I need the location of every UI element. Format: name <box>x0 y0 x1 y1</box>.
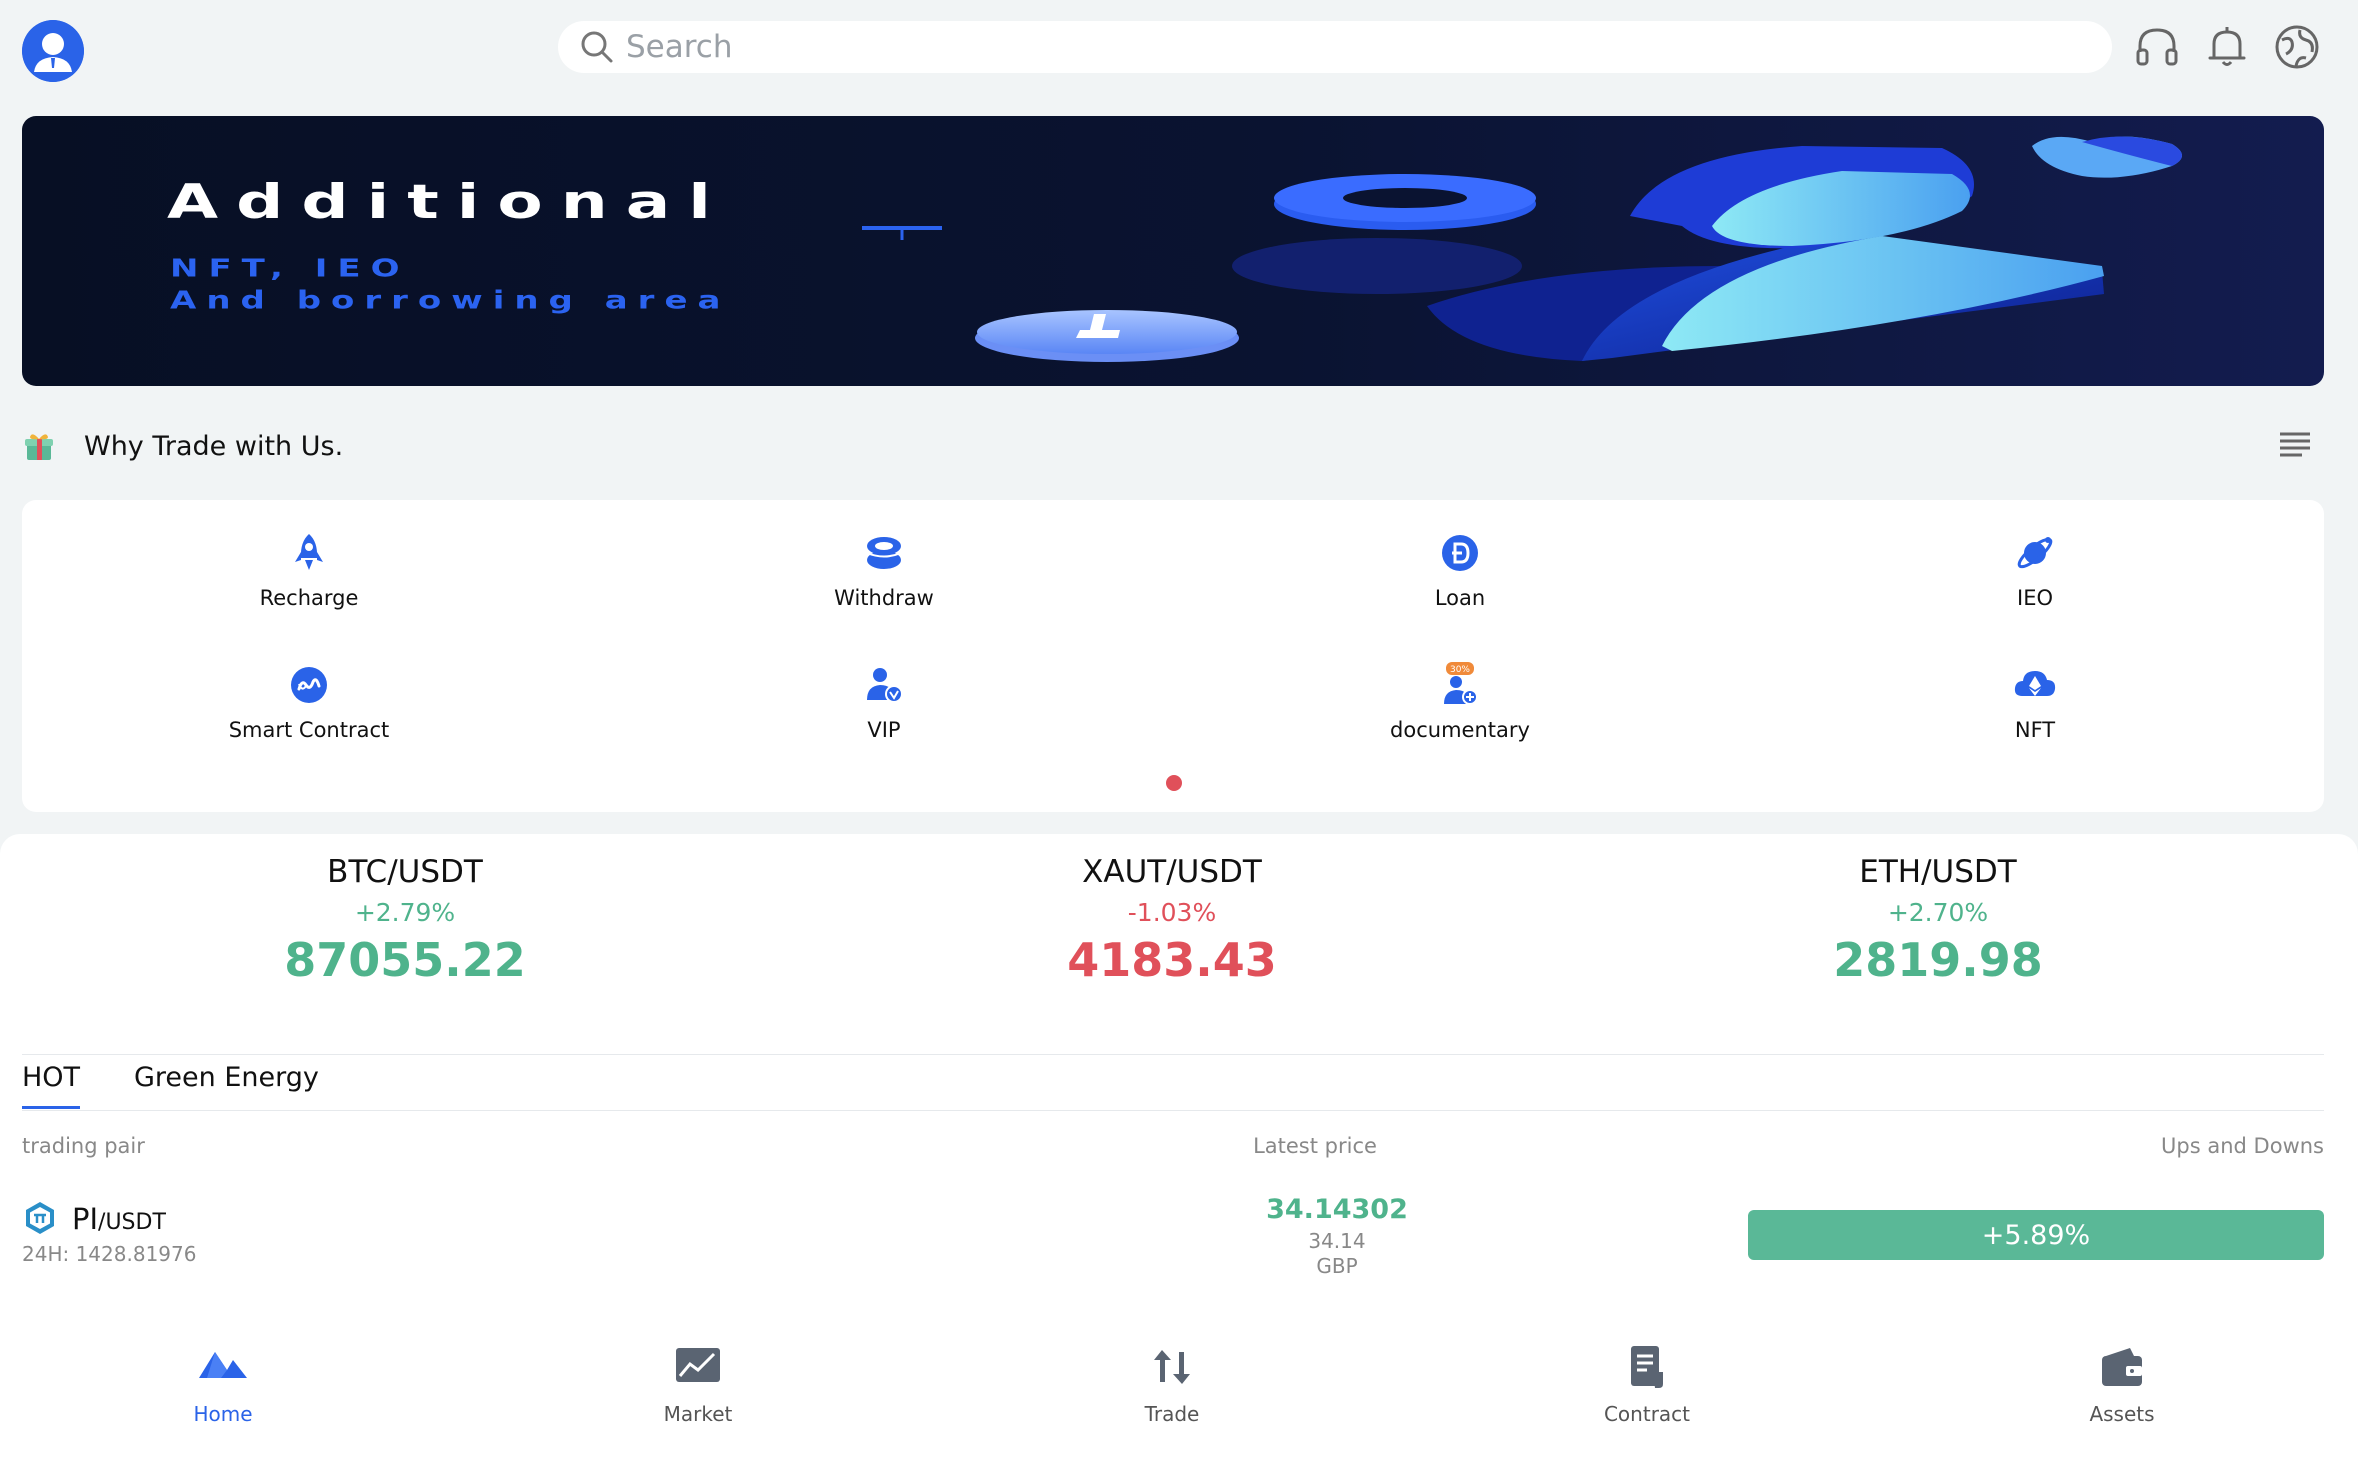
nav-trade[interactable]: Trade <box>1062 1342 1282 1426</box>
banner-title: Additional <box>167 174 729 230</box>
top-bar <box>0 0 2358 100</box>
rocket-icon <box>295 534 323 570</box>
action-loan[interactable]: Loan <box>1310 530 1610 610</box>
tab-hot[interactable]: HOT <box>22 1062 81 1109</box>
bottom-navigation: Home Market Trade Contract Assets <box>0 1326 2358 1466</box>
home-mountain-icon <box>199 1352 247 1378</box>
doge-coin-icon <box>1442 535 1478 571</box>
action-withdraw[interactable]: Withdraw <box>734 530 1034 610</box>
headset-icon[interactable] <box>2132 22 2182 72</box>
action-label: Loan <box>1434 586 1486 610</box>
action-label: Recharge <box>259 586 359 610</box>
nav-market[interactable]: Market <box>588 1342 808 1426</box>
quick-actions-card: Recharge Withdraw Loan IEO Smart Contrac… <box>22 500 2324 812</box>
action-label: Smart Contract <box>228 718 390 742</box>
ticker-change: +2.70% <box>1887 898 1989 927</box>
table-row[interactable]: PI/USDT 24H: 1428.81976 34.14302 34.14 G… <box>22 1190 2324 1286</box>
menu-list-icon[interactable] <box>2278 430 2312 460</box>
why-trade-header: Why Trade with Us. <box>22 420 2324 472</box>
coin-stack-icon <box>866 537 902 569</box>
volume-24h: 24H: 1428.81976 <box>22 1242 197 1266</box>
bell-icon[interactable] <box>2202 22 2252 72</box>
column-header-pair: trading pair <box>22 1134 145 1158</box>
ticker-change: -1.03% <box>1127 898 1217 927</box>
market-chart-icon <box>676 1348 720 1382</box>
promo-banner[interactable]: Additional NFT, IEO And borrowing area <box>22 116 2324 386</box>
ticker-price: 2819.98 <box>1833 933 2043 987</box>
section-title: Why Trade with Us. <box>84 430 344 462</box>
globe-icon[interactable] <box>2272 22 2322 72</box>
action-nft[interactable]: NFT <box>1885 662 2185 742</box>
banner-subtitle: And borrowing area <box>170 286 731 315</box>
divider <box>22 1110 2324 1111</box>
latest-price: 34.14302 <box>1266 1194 1408 1225</box>
vip-user-icon <box>867 668 903 703</box>
action-label: VIP <box>867 718 901 742</box>
nav-contract[interactable]: Contract <box>1537 1342 1757 1426</box>
user-avatar-icon <box>22 20 84 82</box>
nav-home[interactable]: Home <box>113 1342 333 1426</box>
copy-trade-user-icon: 30% <box>1444 662 1478 705</box>
action-label: Withdraw <box>834 586 934 610</box>
pi-coin-logo-icon <box>26 1202 54 1234</box>
column-header-latest-price: Latest price <box>1253 1134 1377 1158</box>
nav-label: Contract <box>1603 1402 1691 1426</box>
action-vip[interactable]: VIP <box>734 662 1034 742</box>
action-ieo[interactable]: IEO <box>1885 530 2185 610</box>
banner-illustration <box>862 136 2182 362</box>
change-badge[interactable]: +5.89% <box>1748 1210 2324 1260</box>
cloud-ethereum-icon <box>2014 671 2056 696</box>
gift-icon <box>25 434 53 460</box>
user-avatar[interactable] <box>22 20 84 82</box>
ticker-pair: XAUT/USDT <box>1082 854 1262 890</box>
action-recharge[interactable]: Recharge <box>159 530 459 610</box>
nav-label: Home <box>193 1402 253 1426</box>
ticker-price: 4183.43 <box>1067 933 1277 987</box>
carousel-page-indicator[interactable] <box>1166 775 1182 791</box>
nav-label: Trade <box>1144 1402 1200 1426</box>
ticker-btc-usdt[interactable]: BTC/USDT +2.79% 87055.22 <box>155 854 655 987</box>
ticker-price: 87055.22 <box>284 933 526 987</box>
banner-subtitle: NFT, IEO <box>170 254 410 283</box>
ticker-pair: ETH/USDT <box>1859 854 2017 890</box>
nav-label: Assets <box>2089 1402 2155 1426</box>
action-label: NFT <box>2014 718 2056 742</box>
column-header-change[interactable]: Ups and Downs <box>1924 1134 2324 1158</box>
smart-contract-icon <box>291 667 327 703</box>
ticker-pair: BTC/USDT <box>327 854 483 890</box>
search-input[interactable] <box>626 29 2026 65</box>
search-bar[interactable] <box>558 21 2112 73</box>
discount-badge: 30% <box>1450 665 1470 675</box>
ticker-xaut-usdt[interactable]: XAUT/USDT -1.03% 4183.43 <box>922 854 1422 987</box>
divider <box>22 1054 2324 1055</box>
pair-quote: /USDT <box>98 1210 166 1235</box>
fiat-value: 34.14 <box>1308 1229 1366 1253</box>
action-smart-contract[interactable]: Smart Contract <box>159 662 459 742</box>
nav-label: Market <box>663 1402 733 1426</box>
action-documentary[interactable]: 30% documentary <box>1310 662 1610 742</box>
pair-base: PI <box>72 1202 99 1236</box>
nav-assets[interactable]: Assets <box>2012 1342 2232 1426</box>
latest-price-cell: 34.14302 34.14 GBP <box>1122 1194 1552 1279</box>
pair-name: PI/USDT <box>72 1202 166 1236</box>
action-label: documentary <box>1390 718 1530 742</box>
planet-icon <box>2017 537 2053 569</box>
tab-green-energy[interactable]: Green Energy <box>134 1062 319 1093</box>
trade-arrows-icon <box>1154 1350 1190 1384</box>
ticker-eth-usdt[interactable]: ETH/USDT +2.70% 2819.98 <box>1688 854 2188 987</box>
action-label: IEO <box>2017 586 2053 610</box>
contract-document-icon <box>1631 1346 1663 1388</box>
fiat-currency: GBP <box>1316 1254 1358 1278</box>
wallet-icon <box>2102 1348 2142 1386</box>
ticker-change: +2.79% <box>354 898 456 927</box>
search-icon <box>581 31 613 63</box>
